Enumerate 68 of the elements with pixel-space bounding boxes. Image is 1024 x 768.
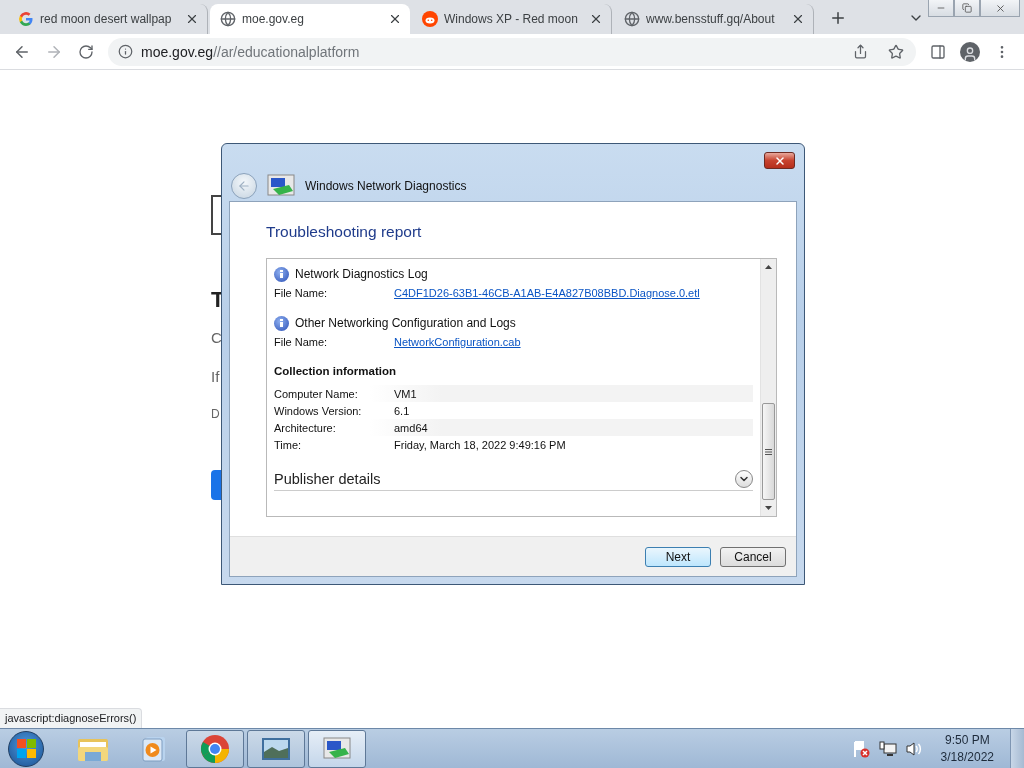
field-label: Windows Version: <box>274 404 363 417</box>
field-label: File Name: <box>274 287 329 299</box>
section-title: Publisher details <box>274 470 381 487</box>
close-icon[interactable] <box>773 154 786 167</box>
scroll-down-icon[interactable] <box>765 506 772 510</box>
page-text: If <box>211 368 220 387</box>
globe-icon <box>624 11 640 27</box>
browser-tab[interactable]: moe.gov.eg <box>210 4 410 34</box>
photo-viewer-icon <box>260 735 292 762</box>
share-icon[interactable] <box>852 44 868 59</box>
status-url: javascript:diagnoseErrors() <box>0 708 143 728</box>
dialog-title: Windows Network Diagnostics <box>305 178 467 193</box>
start-button[interactable] <box>8 730 44 767</box>
reddit-icon <box>422 11 438 27</box>
plus-icon[interactable] <box>829 9 847 27</box>
field-label: Computer Name: <box>274 387 359 400</box>
report-heading: Troubleshooting report <box>266 223 423 241</box>
network-diagnostics-icon <box>265 172 297 199</box>
taskbar-button[interactable] <box>308 729 366 768</box>
page-text: D <box>211 407 220 423</box>
field-value: VM1 <box>394 387 417 400</box>
dialog-button[interactable]: Cancel <box>720 546 786 567</box>
file-link[interactable]: C4DF1D26-63B1-46CB-A1AB-E4A827B08BBD.Diagnose.0.etl <box>394 287 700 299</box>
close-icon[interactable] <box>791 12 805 26</box>
star-icon[interactable] <box>888 43 904 60</box>
field-label: Architecture: <box>274 421 337 434</box>
scrollbar[interactable] <box>760 259 776 516</box>
close-icon[interactable] <box>589 12 603 26</box>
file-link[interactable]: NetworkConfiguration.cab <box>394 336 521 348</box>
network-diagnostics-icon <box>321 735 353 762</box>
page-text: C <box>211 329 222 348</box>
browser-tab[interactable]: red moon desert wallpap <box>8 4 208 34</box>
taskbar-button[interactable] <box>247 729 305 768</box>
section-title: Other Networking Configuration and Logs <box>295 316 516 330</box>
info-icon <box>274 315 289 331</box>
field-label: File Name: <box>274 336 329 348</box>
close-icon[interactable] <box>994 2 1006 14</box>
side-panel-icon[interactable] <box>930 43 946 60</box>
close-button[interactable] <box>764 152 795 169</box>
dialog-button[interactable]: Next <box>645 546 711 567</box>
field-value: Friday, March 18, 2022 9:49:16 PM <box>394 438 566 451</box>
globe-icon <box>220 11 236 27</box>
chrome-icon <box>200 733 230 764</box>
flag-error-icon[interactable] <box>852 739 871 758</box>
restore-icon[interactable] <box>962 3 972 13</box>
browser-tab[interactable]: www.bensstuff.gq/About <box>614 4 814 34</box>
clock[interactable]: 9:50 PM 3/18/2022 <box>940 731 994 766</box>
close-icon[interactable] <box>388 12 402 26</box>
field-label: Time: <box>274 438 303 451</box>
taskbar-button[interactable] <box>186 729 244 768</box>
section-title: Collection information <box>274 365 398 377</box>
scroll-thumb[interactable] <box>762 403 775 500</box>
field-value: 6.1 <box>394 404 410 417</box>
field-value: amd64 <box>394 421 428 434</box>
four-squares-icon[interactable] <box>16 739 36 758</box>
volume-icon[interactable] <box>904 740 923 757</box>
google-icon <box>18 11 34 27</box>
restore-button[interactable] <box>954 0 980 17</box>
info-icon <box>274 266 289 282</box>
close-icon[interactable] <box>185 12 199 26</box>
network-icon[interactable] <box>878 740 897 757</box>
browser-tab[interactable]: Windows XP - Red moon <box>412 4 612 34</box>
info-icon[interactable] <box>118 44 133 59</box>
scroll-up-icon[interactable] <box>765 265 772 269</box>
address-bar[interactable]: moe.gov.eg//ar/educationalplatform <box>108 37 916 66</box>
reload-icon[interactable] <box>78 43 94 60</box>
section-title: Network Diagnostics Log <box>295 267 428 281</box>
media-player-icon <box>141 734 167 763</box>
